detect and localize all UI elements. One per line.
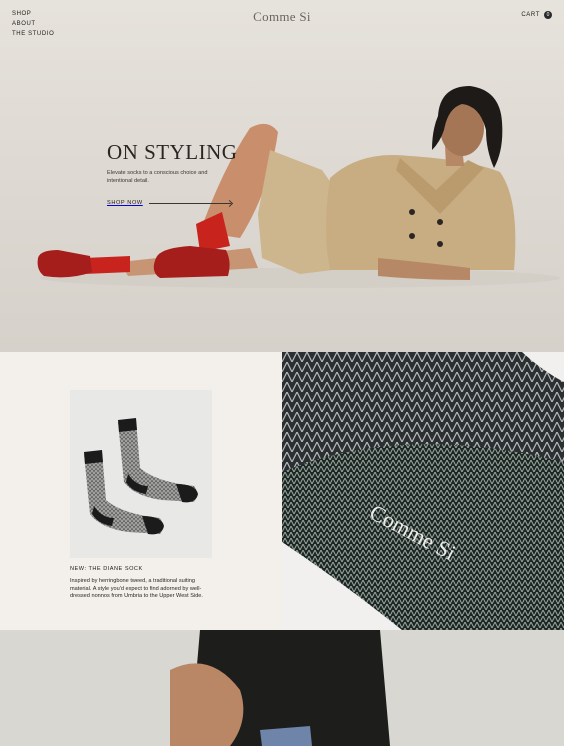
product-description: Inspired by herringbone tweed, a traditi… <box>70 578 203 599</box>
product-title[interactable]: NEW: THE DIANE SOCK <box>70 566 143 572</box>
hero-section: SHOP ABOUT THE STUDIO Comme Si CART 0 ON… <box>0 0 564 352</box>
hero-photo <box>37 86 560 288</box>
hero-subtitle: Elevate socks to a conscious choice and … <box>107 170 208 184</box>
shop-now-link[interactable]: SHOP NOW <box>107 200 231 206</box>
cart-label: CART <box>521 12 540 18</box>
hero-copy: ON STYLING Elevate socks to a conscious … <box>107 140 237 185</box>
brand-logo[interactable]: Comme Si <box>0 9 564 25</box>
lookbook-preview <box>0 630 564 746</box>
cart-count-badge: 0 <box>544 11 552 19</box>
nav-link-the-studio[interactable]: THE STUDIO <box>12 31 54 37</box>
shop-now-label: SHOP NOW <box>107 200 143 206</box>
red-loafer-right <box>153 246 230 278</box>
product-feature: NEW: THE DIANE SOCK Inspired by herringb… <box>0 352 282 630</box>
red-loafer-left <box>37 250 92 278</box>
trench-coat <box>326 154 516 270</box>
knit-detail-photo: Comme Si <box>282 352 564 630</box>
knit-texture: Comme Si <box>282 352 564 630</box>
product-image[interactable] <box>70 390 212 558</box>
lookbook-photo <box>0 630 564 746</box>
cart-button[interactable]: CART 0 <box>521 11 552 19</box>
arrow-right-icon <box>148 202 231 204</box>
hero-title: ON STYLING <box>107 140 238 164</box>
socks-illustration <box>84 418 198 535</box>
